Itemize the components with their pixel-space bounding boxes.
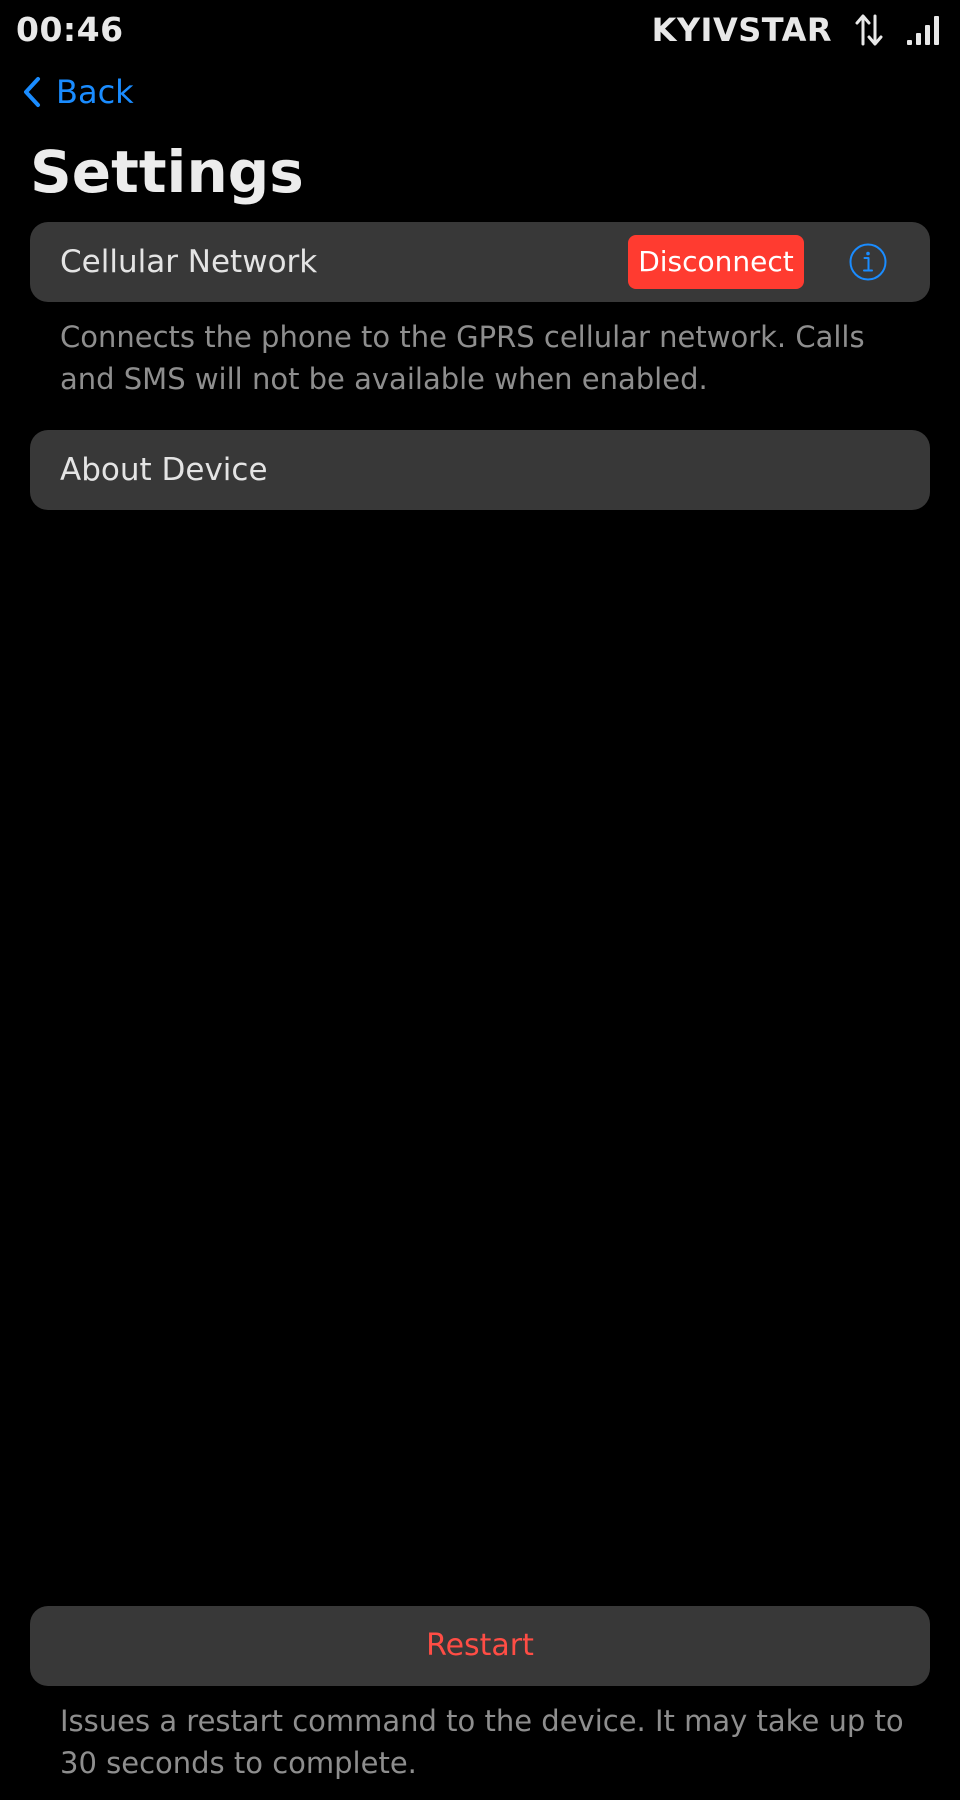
cellular-network-description: Connects the phone to the GPRS cellular … [60,320,865,396]
page-title: Settings [30,138,304,206]
data-transfer-arrows-icon [854,12,884,48]
settings-screen: 00:46 KYIVSTAR Back Settings Cellular Ne… [0,0,960,1800]
cellular-signal-icon [906,15,942,45]
back-label: Back [56,73,134,111]
back-button[interactable]: Back [22,70,134,114]
restart-description: Issues a restart command to the device. … [60,1704,904,1780]
carrier-name: KYIVSTAR [651,11,832,49]
disconnect-button[interactable]: Disconnect [628,235,804,289]
restart-label: Restart [426,1628,534,1663]
status-time: 00:46 [16,10,124,49]
about-device-label: About Device [60,452,268,488]
cellular-network-row: Cellular Network Disconnect [30,222,930,302]
restart-button[interactable]: Restart [30,1606,930,1686]
chevron-left-icon [22,76,42,108]
status-indicators: KYIVSTAR [652,10,942,50]
status-bar: 00:46 KYIVSTAR [0,0,960,60]
cellular-network-label: Cellular Network [60,244,318,280]
info-circle-icon[interactable] [848,242,888,282]
about-device-row[interactable]: About Device [30,430,930,510]
